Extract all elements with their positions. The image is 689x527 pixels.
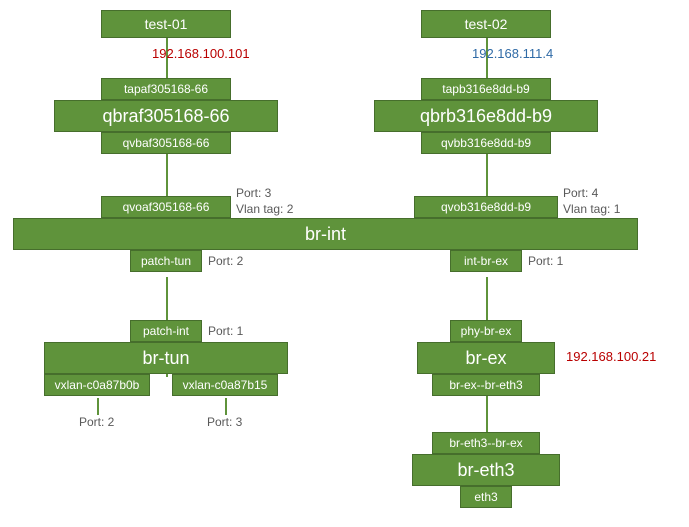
port-patch-int: Port: 1 bbox=[208, 324, 243, 338]
label-vxlan2: vxlan-c0a87b15 bbox=[183, 378, 268, 392]
label-test-01: test-01 bbox=[145, 16, 188, 32]
label-eth3: eth3 bbox=[474, 490, 497, 504]
label-phy-br-ex: phy-br-ex bbox=[461, 324, 512, 338]
port-qvo-right: Port: 4 bbox=[563, 186, 598, 200]
node-br-eth3: br-eth3 bbox=[412, 454, 560, 486]
ip-test-01: 192.168.100.101 bbox=[152, 46, 250, 61]
label-qvb-right: qvbb316e8dd-b9 bbox=[441, 136, 531, 150]
label-qvo-right: qvob316e8dd-b9 bbox=[441, 200, 531, 214]
node-br-int: br-int bbox=[13, 218, 638, 250]
label-br-ex: br-ex bbox=[465, 348, 506, 369]
node-test-01: test-01 bbox=[101, 10, 231, 38]
node-br-ex-link: br-ex--br-eth3 bbox=[432, 374, 540, 396]
ip-br-ex: 192.168.100.21 bbox=[566, 349, 656, 364]
node-br-eth3-link: br-eth3--br-ex bbox=[432, 432, 540, 454]
node-patch-tun: patch-tun bbox=[130, 250, 202, 272]
label-br-tun: br-tun bbox=[142, 348, 189, 369]
ip-test-02: 192.168.111.4 bbox=[472, 46, 553, 61]
node-br-ex: br-ex bbox=[417, 342, 555, 374]
label-qvo-left: qvoaf305168-66 bbox=[123, 200, 210, 214]
label-tap-left: tapaf305168-66 bbox=[124, 82, 208, 96]
port-int-br-ex: Port: 1 bbox=[528, 254, 563, 268]
node-tap-right: tapb316e8dd-b9 bbox=[421, 78, 551, 100]
node-eth3: eth3 bbox=[460, 486, 512, 508]
label-qbr-right: qbrb316e8dd-b9 bbox=[420, 106, 552, 127]
label-br-ex-link: br-ex--br-eth3 bbox=[449, 378, 522, 392]
label-br-int: br-int bbox=[305, 224, 346, 245]
label-br-eth3: br-eth3 bbox=[457, 460, 514, 481]
line-vxlan1 bbox=[97, 398, 99, 415]
node-phy-br-ex: phy-br-ex bbox=[450, 320, 522, 342]
node-qbr-right: qbrb316e8dd-b9 bbox=[374, 100, 598, 132]
port-vxlan1: Port: 2 bbox=[79, 415, 114, 429]
port-patch-tun: Port: 2 bbox=[208, 254, 243, 268]
node-qvo-right: qvob316e8dd-b9 bbox=[414, 196, 558, 218]
label-test-02: test-02 bbox=[465, 16, 508, 32]
node-test-02: test-02 bbox=[421, 10, 551, 38]
node-vxlan2: vxlan-c0a87b15 bbox=[172, 374, 278, 396]
node-patch-int: patch-int bbox=[130, 320, 202, 342]
vlan-qvo-left: Vlan tag: 2 bbox=[236, 202, 293, 216]
label-tap-right: tapb316e8dd-b9 bbox=[442, 82, 529, 96]
label-patch-tun: patch-tun bbox=[141, 254, 191, 268]
node-tap-left: tapaf305168-66 bbox=[101, 78, 231, 100]
label-vxlan1: vxlan-c0a87b0b bbox=[55, 378, 140, 392]
port-vxlan2: Port: 3 bbox=[207, 415, 242, 429]
vlan-qvo-right: Vlan tag: 1 bbox=[563, 202, 620, 216]
label-int-br-ex: int-br-ex bbox=[464, 254, 508, 268]
label-qbr-left: qbraf305168-66 bbox=[102, 106, 229, 127]
label-patch-int: patch-int bbox=[143, 324, 189, 338]
line-vxlan2 bbox=[225, 398, 227, 415]
node-vxlan1: vxlan-c0a87b0b bbox=[44, 374, 150, 396]
label-br-eth3-link: br-eth3--br-ex bbox=[449, 436, 522, 450]
node-qvb-right: qvbb316e8dd-b9 bbox=[421, 132, 551, 154]
label-qvb-left: qvbaf305168-66 bbox=[123, 136, 210, 150]
node-qvb-left: qvbaf305168-66 bbox=[101, 132, 231, 154]
node-qbr-left: qbraf305168-66 bbox=[54, 100, 278, 132]
node-int-br-ex: int-br-ex bbox=[450, 250, 522, 272]
port-qvo-left: Port: 3 bbox=[236, 186, 271, 200]
node-qvo-left: qvoaf305168-66 bbox=[101, 196, 231, 218]
node-br-tun: br-tun bbox=[44, 342, 288, 374]
